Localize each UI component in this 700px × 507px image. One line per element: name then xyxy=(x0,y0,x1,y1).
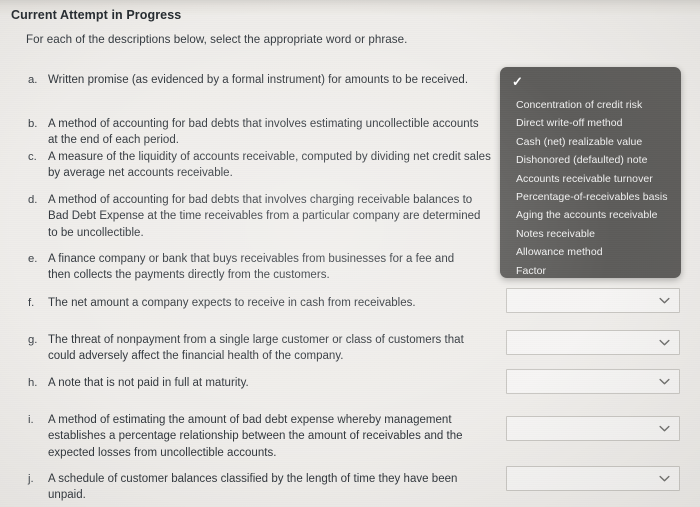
dropdown-option[interactable]: Aging the accounts receivable xyxy=(500,206,681,224)
question-text: A finance company or bank that buys rece… xyxy=(48,253,455,282)
dropdown-option[interactable]: Allowance method xyxy=(500,243,681,261)
question-text: A measure of the liquidity of accounts r… xyxy=(48,151,491,180)
question-item: c. A measure of the liquidity of accounts… xyxy=(28,149,493,182)
dropdown-option[interactable]: Accounts receivable turnover xyxy=(500,170,681,188)
check-icon: ✓ xyxy=(512,74,523,89)
chevron-down-icon xyxy=(659,297,670,304)
question-marker: b. xyxy=(28,118,38,130)
question-item: h. A note that is not paid in full at mat… xyxy=(28,375,498,391)
dropdown-option[interactable]: Dishonored (defaulted) note xyxy=(500,151,681,169)
select-h[interactable] xyxy=(506,369,680,394)
dropdown-option-list: Concentration of credit risk Direct write… xyxy=(500,94,681,278)
question-item: e. A finance company or bank that buys re… xyxy=(28,251,478,284)
question-marker: d. xyxy=(28,194,38,206)
dropdown-option[interactable]: Concentration of credit risk xyxy=(500,96,681,114)
dropdown-option[interactable]: Direct write-off method xyxy=(500,114,681,132)
question-item: j. A schedule of customer balances classi… xyxy=(28,471,498,504)
question-text: A schedule of customer balances classifi… xyxy=(48,473,458,502)
question-text: Written promise (as evidenced by a forma… xyxy=(48,74,469,86)
chevron-down-icon xyxy=(659,339,670,346)
question-marker: j. xyxy=(28,473,34,485)
select-g[interactable] xyxy=(506,330,680,355)
chevron-down-icon xyxy=(659,425,670,432)
dropdown-option[interactable]: Cash (net) realizable value xyxy=(500,133,681,151)
question-marker: h. xyxy=(28,377,38,389)
question-text: A method of accounting for bad debts tha… xyxy=(48,118,479,147)
chevron-down-icon xyxy=(659,475,670,482)
question-text: A method of accounting for bad debts tha… xyxy=(48,194,481,239)
question-item: a. Written promise (as evidenced by a for… xyxy=(28,72,498,88)
question-item: d. A method of accounting for bad debts t… xyxy=(28,192,490,241)
question-text: A note that is not paid in full at matur… xyxy=(48,377,249,389)
question-item: g. The threat of nonpayment from a single… xyxy=(28,332,478,365)
question-marker: c. xyxy=(28,151,37,163)
options-dropdown[interactable]: ✓ Concentration of credit risk Direct wri… xyxy=(500,67,681,278)
question-item: f. The net amount a company expects to re… xyxy=(28,295,498,311)
question-text: The net amount a company expects to rece… xyxy=(48,297,416,309)
chevron-down-icon xyxy=(659,378,670,385)
question-item: i. A method of estimating the amount of b… xyxy=(28,412,468,461)
dropdown-option[interactable]: Percentage-of-receivables basis xyxy=(500,188,681,206)
select-i[interactable] xyxy=(506,416,680,441)
dropdown-option[interactable]: Notes receivable xyxy=(500,225,681,243)
question-text: The threat of nonpayment from a single l… xyxy=(48,334,464,363)
page-title: Current Attempt in Progress xyxy=(11,8,182,22)
question-text: A method of estimating the amount of bad… xyxy=(48,414,463,459)
question-marker: a. xyxy=(28,74,38,86)
select-f[interactable] xyxy=(506,288,680,313)
question-item: b. A method of accounting for bad debts t… xyxy=(28,116,483,149)
question-marker: g. xyxy=(28,334,38,346)
question-marker: e. xyxy=(28,253,38,265)
question-marker: i. xyxy=(28,414,34,426)
dropdown-option[interactable]: Factor xyxy=(500,262,681,278)
instruction-text: For each of the descriptions below, sele… xyxy=(26,33,408,46)
question-marker: f. xyxy=(28,297,35,309)
select-j[interactable] xyxy=(506,466,680,491)
